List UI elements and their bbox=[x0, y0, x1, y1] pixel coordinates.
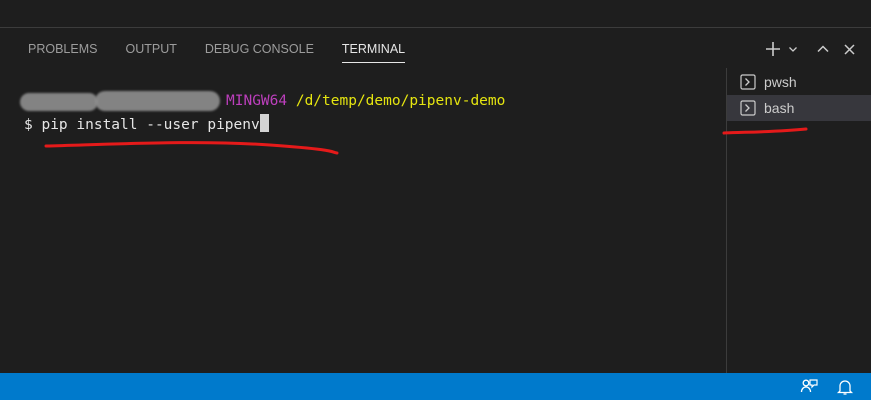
tab-terminal[interactable]: TERMINAL bbox=[328, 40, 419, 64]
terminal-icon bbox=[740, 100, 756, 116]
terminal-item-label: bash bbox=[764, 100, 795, 116]
text-cursor bbox=[259, 114, 269, 132]
tab-problems[interactable]: PROBLEMS bbox=[14, 40, 111, 64]
bell-icon[interactable] bbox=[836, 378, 854, 396]
bottom-panel: PROBLEMS OUTPUT DEBUG CONSOLE TERMINAL M… bbox=[0, 28, 871, 373]
terminal-item-label: pwsh bbox=[764, 74, 797, 90]
terminal-view[interactable]: MINGW64 /d/temp/demo/pipenv-demo $ pip i… bbox=[0, 68, 726, 373]
terminal-item-pwsh[interactable]: pwsh bbox=[727, 69, 871, 95]
terminal-icon bbox=[740, 74, 756, 90]
command-text: pip install --user pipenv bbox=[41, 117, 260, 133]
tab-debug-console[interactable]: DEBUG CONSOLE bbox=[191, 40, 328, 64]
command-line: $ pip install --user pipenv bbox=[24, 114, 269, 133]
terminal-item-bash[interactable]: bash bbox=[727, 95, 871, 121]
launch-profile-button[interactable] bbox=[787, 38, 799, 60]
red-annotation-underline bbox=[44, 141, 339, 155]
redacted-username bbox=[20, 93, 98, 111]
cwd-path: /d/temp/demo/pipenv-demo bbox=[295, 93, 506, 109]
redacted-hostname bbox=[95, 91, 220, 111]
chevron-up-icon bbox=[817, 45, 829, 53]
close-icon bbox=[843, 43, 855, 55]
new-terminal-button[interactable] bbox=[761, 38, 785, 60]
host-label: MINGW64 bbox=[226, 93, 288, 109]
panel-tabs: PROBLEMS OUTPUT DEBUG CONSOLE TERMINAL bbox=[14, 40, 419, 64]
prompt-symbol: $ bbox=[24, 117, 33, 133]
feedback-icon[interactable] bbox=[800, 378, 818, 396]
plus-icon bbox=[766, 42, 780, 56]
terminal-list: pwsh bash bbox=[722, 68, 871, 373]
red-annotation-underline-bash bbox=[722, 127, 808, 135]
chevron-down-icon bbox=[789, 47, 797, 52]
prompt-line: MINGW64 /d/temp/demo/pipenv-demo bbox=[226, 93, 505, 109]
panel-actions bbox=[761, 38, 861, 60]
terminal-scrollbar[interactable] bbox=[717, 68, 726, 373]
close-panel-button[interactable] bbox=[837, 38, 861, 60]
status-bar bbox=[0, 373, 871, 400]
tab-output[interactable]: OUTPUT bbox=[111, 40, 190, 64]
maximize-panel-button[interactable] bbox=[811, 38, 835, 60]
editor-area-strip bbox=[0, 0, 871, 28]
